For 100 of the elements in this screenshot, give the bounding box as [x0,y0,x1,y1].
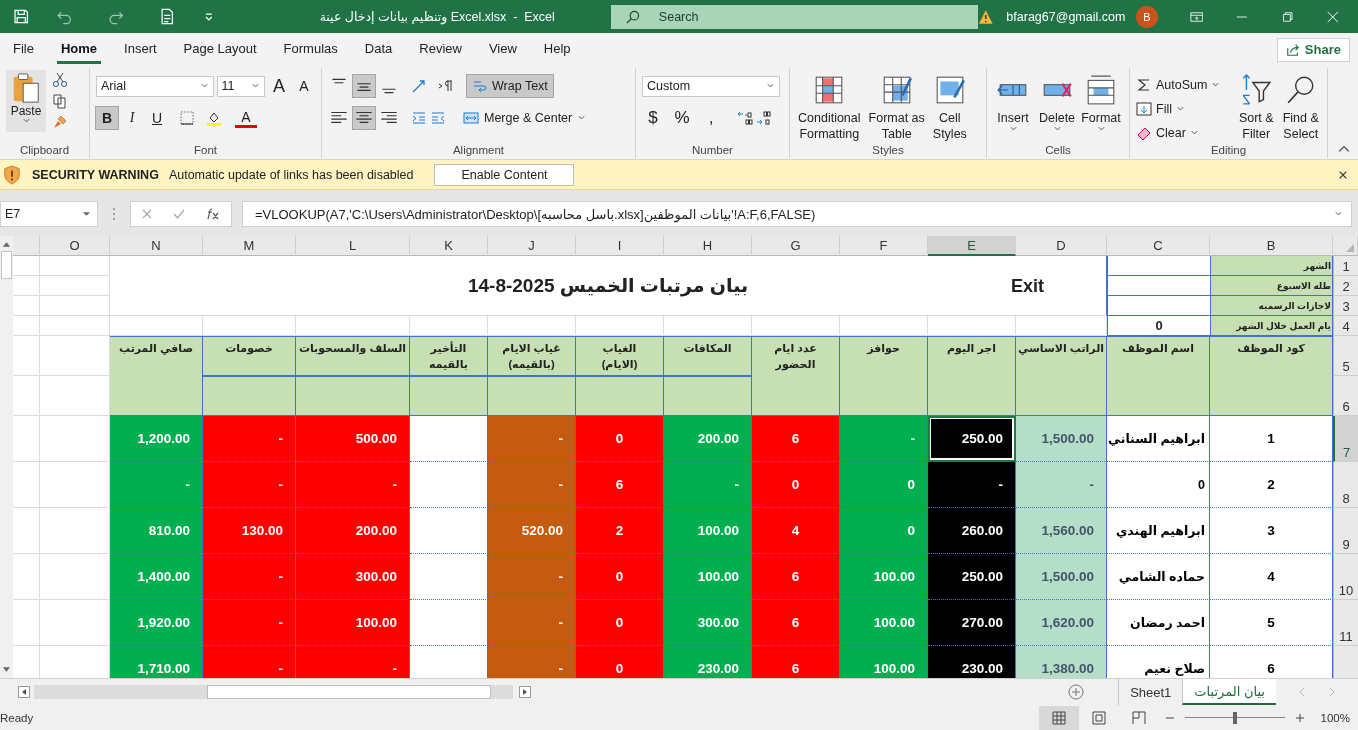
enable-content-button[interactable]: Enable Content [434,163,575,186]
ribbon-tab[interactable]: Formulas [279,35,342,64]
caret-icon[interactable] [203,11,214,22]
column-header[interactable]: B [1210,236,1333,256]
editing-button[interactable]: Clear [1136,122,1232,144]
font-style-button[interactable]: I [121,107,143,129]
document-icon[interactable] [159,8,176,25]
ribbon-tab[interactable]: View [484,35,521,64]
font-size-field[interactable]: 11 [216,75,265,97]
text-direction-icon[interactable] [438,78,454,94]
formula-field[interactable]: =VLOOKUP(A7,'C:\Users\Administrator\Desktop\[باسل محاسبه.xlsx]بيانات الموظفين'!A:F,6,FALSE) [242,201,1352,227]
row-header[interactable]: 5 [1333,336,1358,376]
cells-button[interactable]: Delete [1037,74,1077,144]
merge-center-button[interactable]: Merge & Center [459,107,591,129]
column-header[interactable]: E [928,236,1016,256]
row-header[interactable]: 10 [1333,554,1358,600]
ribbon-display-icon[interactable] [1189,9,1204,24]
number-format-field[interactable]: Custom [642,75,780,97]
cells-button[interactable]: Format [1081,74,1121,144]
number-format-button[interactable]: , [700,107,722,129]
increase-decimal-icon[interactable] [737,110,753,126]
column-header[interactable]: N [110,236,203,256]
ribbon-tab[interactable]: Review [415,35,466,64]
column-header[interactable]: H [664,236,752,256]
column-header[interactable]: G [752,236,840,256]
column-header[interactable]: O [40,236,110,256]
vertical-align-icon[interactable] [353,75,375,97]
insert-function-icon[interactable] [205,208,221,220]
cells-button[interactable]: Insert [993,74,1033,144]
cut-icon[interactable] [52,72,68,88]
fill-color-icon[interactable] [206,110,222,126]
ribbon-tab[interactable]: Insert [120,35,161,64]
number-format-button[interactable]: % [671,107,693,129]
editing-button[interactable]: Find & Select [1280,74,1321,144]
editing-button[interactable]: AutoSum [1136,74,1232,96]
scrollbar-thumb[interactable] [1,251,12,279]
column-header[interactable]: F [840,236,928,256]
close-icon[interactable] [1338,169,1348,180]
font-style-button[interactable]: U [146,107,168,129]
restore-icon[interactable] [1280,9,1295,24]
horizontal-align-icon[interactable] [353,107,375,129]
column-header[interactable]: J [488,236,576,256]
column-header[interactable]: C [1107,236,1210,256]
orientation-icon[interactable] [411,78,427,94]
add-sheet-icon[interactable] [1068,684,1085,700]
font-color-button[interactable]: A [235,108,257,128]
row-header[interactable]: 1 [1333,256,1358,276]
paste-button[interactable]: Paste [6,70,46,132]
number-format-button[interactable]: $ [642,107,664,129]
save-icon[interactable] [13,8,30,25]
font-name-field[interactable]: Arial [96,75,214,97]
borders-icon[interactable] [179,110,195,126]
scrollbar-thumb[interactable] [207,685,491,699]
format-painter-icon[interactable] [52,114,68,130]
warning-icon[interactable] [977,8,994,25]
copy-icon[interactable] [52,93,68,109]
share-button[interactable]: Share [1276,37,1350,62]
ribbon-tab[interactable]: Page Layout [179,35,261,64]
exit-button[interactable]: Exit [1011,276,1044,297]
row-header[interactable]: 2 [1333,276,1358,296]
account-email[interactable]: bfarag67@gmail.com [1006,9,1126,24]
styles-button[interactable]: Conditional Formatting [796,74,863,144]
scroll-right-icon[interactable] [519,686,531,698]
column-header[interactable]: K [410,236,488,256]
collapse-ribbon-icon[interactable] [1338,145,1350,153]
column-header[interactable]: L [296,236,410,256]
ribbon-tab[interactable]: File [9,35,38,64]
row-header[interactable]: 3 [1333,296,1358,316]
scroll-up-icon[interactable] [2,240,11,248]
ribbon-tab[interactable]: Data [360,35,397,64]
scroll-down-icon[interactable] [2,666,11,674]
caret-icon [1008,126,1018,132]
name-box[interactable]: E7 [0,201,98,227]
editing-button[interactable]: Sort & Filter [1236,74,1277,144]
normal-view-icon[interactable] [1038,705,1079,730]
zoom-in-icon[interactable] [1294,712,1305,723]
styles-button[interactable]: Cell Styles [930,74,969,144]
row-header[interactable]: 6 [1333,376,1358,416]
row-header[interactable]: 11 [1333,600,1358,646]
increase-font-button[interactable]: A [268,75,290,97]
avatar[interactable]: B [1136,5,1158,28]
search-field[interactable]: Search [610,4,978,29]
ribbon-tab[interactable]: Help [539,35,575,64]
styles-button[interactable]: Format as Table [866,74,927,144]
zoom-level[interactable]: 100% [1320,711,1350,724]
wrap-text-button[interactable]: Wrap Text [467,75,553,97]
scroll-left-icon[interactable] [18,686,30,698]
column-header[interactable]: M [203,236,296,256]
decrease-font-button[interactable]: A [293,75,315,97]
column-header[interactable]: D [1016,236,1107,256]
row-header[interactable]: 7 [1333,416,1358,462]
row-header[interactable]: 4 [1333,316,1358,336]
column-header[interactable]: I [576,236,664,256]
row-header[interactable]: 8 [1333,462,1358,508]
decrease-decimal-icon[interactable] [756,110,772,126]
sheet-tab[interactable]: بيان المرتبات [1182,679,1276,705]
font-style-button[interactable]: B [96,107,118,129]
editing-button[interactable]: Fill [1136,98,1232,120]
row-header[interactable]: 9 [1333,508,1358,554]
slider-thumb[interactable] [1232,711,1237,724]
